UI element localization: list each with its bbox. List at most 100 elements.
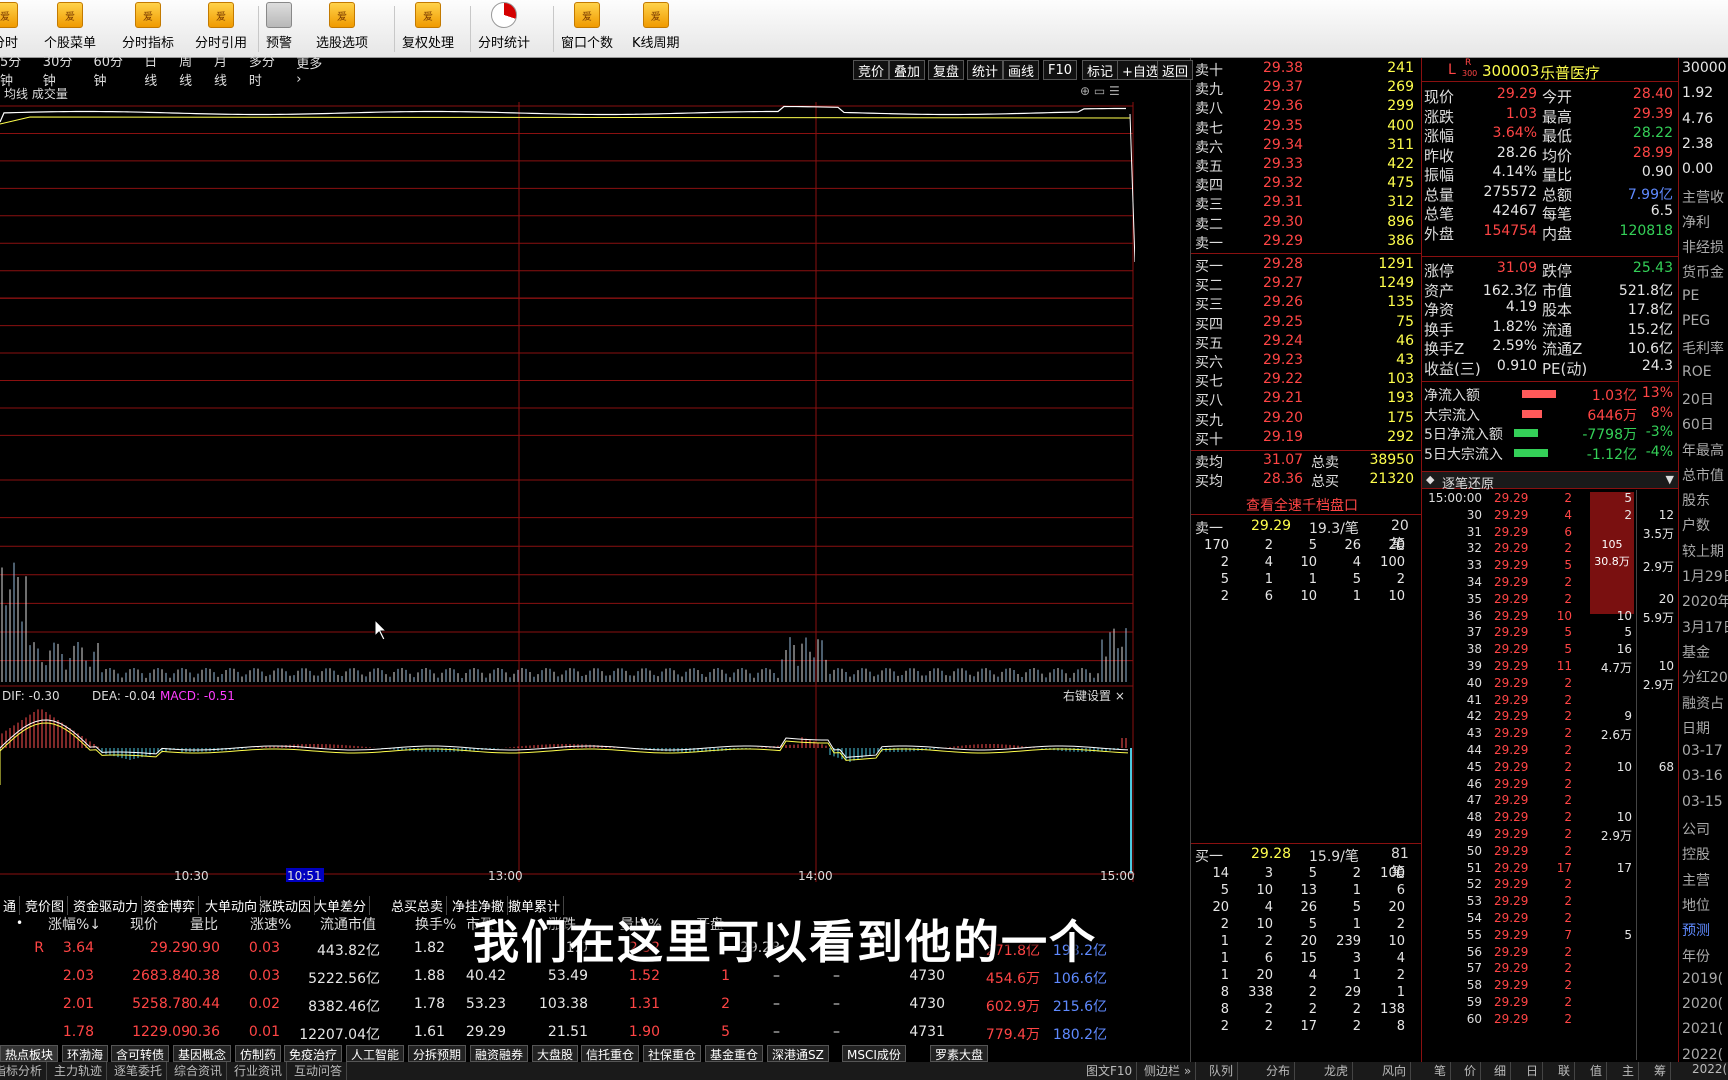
toolbar-btn-3[interactable]: 爱分时引用 bbox=[195, 2, 247, 56]
sector-tab-13[interactable]: 深港通SZ bbox=[767, 1045, 829, 1062]
bottom-right-tab-10[interactable]: 联 bbox=[1554, 1062, 1576, 1080]
list-row[interactable]: 1.78 1229.09 0.36 0.01 12207.04亿 1.61 29.29 21.… bbox=[0, 1024, 1190, 1046]
edge-item[interactable]: 非经损 bbox=[1682, 237, 1724, 257]
bottom-tab-3[interactable]: 综合资讯 bbox=[170, 1062, 228, 1080]
bottom-right-tab-9[interactable]: 日 bbox=[1522, 1062, 1544, 1080]
edge-item[interactable]: 融资占 bbox=[1682, 693, 1724, 713]
edge-item[interactable]: 2020( bbox=[1682, 996, 1723, 1012]
bid-row[interactable]: 买七 29.22 103 bbox=[1191, 371, 1420, 390]
edge-item[interactable]: 股东 bbox=[1682, 490, 1710, 510]
edge-item[interactable]: 总市值 bbox=[1682, 465, 1724, 485]
sector-tab-7[interactable]: 分拆预期 bbox=[408, 1045, 467, 1062]
ask-row[interactable]: 卖五 29.33 422 bbox=[1191, 156, 1420, 175]
list-tab-3[interactable]: 资金博弈 bbox=[140, 896, 200, 915]
edge-item[interactable]: ROE bbox=[1682, 364, 1712, 380]
sector-tab-15[interactable]: 罗素大盘 bbox=[930, 1045, 989, 1062]
bottom-right-tab-12[interactable]: 主 bbox=[1618, 1062, 1640, 1080]
bottom-right-tab-13[interactable]: 筹 bbox=[1650, 1062, 1672, 1080]
bid-row[interactable]: 买十 29.19 292 bbox=[1191, 429, 1420, 448]
toolbar-btn-7[interactable]: 分时统计 bbox=[478, 2, 530, 56]
edge-item[interactable]: 03-17 bbox=[1682, 743, 1723, 759]
toolbar-btn-1[interactable]: 爱个股菜单 bbox=[44, 2, 96, 56]
bid-row[interactable]: 买六 29.23 43 bbox=[1191, 352, 1420, 371]
toolbar-btn-8[interactable]: 爱窗口个数 bbox=[561, 2, 613, 56]
sector-tab-3[interactable]: 基因概念 bbox=[173, 1045, 232, 1062]
list-header-cell[interactable]: 涨幅%↓ bbox=[48, 914, 101, 934]
edge-item[interactable]: 1.92 bbox=[1682, 85, 1713, 101]
edge-item[interactable]: 20日 bbox=[1682, 389, 1714, 409]
list-header-cell[interactable]: 量比 bbox=[190, 914, 218, 934]
edge-item[interactable]: 较上期 bbox=[1682, 541, 1724, 561]
bottom-tab-2[interactable]: 逐笔委托 bbox=[110, 1062, 168, 1080]
ask-row[interactable]: 卖一 29.29 386 bbox=[1191, 233, 1420, 252]
edge-item[interactable]: 60日 bbox=[1682, 414, 1714, 434]
bid-row[interactable]: 买一 29.28 1291 bbox=[1191, 256, 1420, 275]
edge-item[interactable]: PE bbox=[1682, 288, 1699, 304]
bottom-tab-4[interactable]: 行业资讯 bbox=[230, 1062, 288, 1080]
toolbar-btn-9[interactable]: 爱 K线周期 bbox=[632, 2, 680, 56]
bottom-right-tab-4[interactable]: 龙虎 bbox=[1320, 1062, 1354, 1080]
chart-tool-1[interactable]: 叠加 bbox=[889, 60, 926, 80]
chart-tool-4[interactable]: 画线 bbox=[1003, 60, 1040, 80]
edge-item[interactable]: 年份 bbox=[1682, 946, 1710, 966]
toolbar-btn-5[interactable]: 爱选股选项 bbox=[316, 2, 368, 56]
bottom-right-tab-3[interactable]: 分布 bbox=[1262, 1062, 1296, 1080]
sector-tab-6[interactable]: 人工智能 bbox=[346, 1045, 405, 1062]
edge-item[interactable]: 控股 bbox=[1682, 844, 1710, 864]
edge-item[interactable]: 2019( bbox=[1682, 971, 1723, 987]
edge-item[interactable]: 预测 bbox=[1682, 920, 1710, 940]
bottom-right-tab-14[interactable]: 2022( bbox=[1688, 1062, 1728, 1080]
list-row[interactable]: 2.01 5258.78 0.44 0.02 8382.46亿 1.78 53.23 103.… bbox=[0, 996, 1190, 1018]
sector-tab-4[interactable]: 仿制药 bbox=[235, 1045, 282, 1062]
chart-tool-8[interactable]: 返回 bbox=[1157, 60, 1194, 80]
edge-item[interactable]: 基金 bbox=[1682, 642, 1710, 662]
edge-item[interactable]: 分红20 bbox=[1682, 667, 1728, 687]
edge-item[interactable]: 2021( bbox=[1682, 1021, 1723, 1037]
bid-row[interactable]: 买五 29.24 46 bbox=[1191, 333, 1420, 352]
edge-item[interactable]: 户数 bbox=[1682, 515, 1710, 535]
bottom-right-tab-6[interactable]: 笔 bbox=[1430, 1062, 1452, 1080]
bottom-right-tab-1[interactable]: 侧边栏 » bbox=[1140, 1062, 1197, 1080]
sector-tab-1[interactable]: 环渤海 bbox=[62, 1045, 109, 1062]
chart-tool-5[interactable]: F10 bbox=[1043, 60, 1078, 80]
list-tab-2[interactable]: 资金驱动力 bbox=[70, 896, 143, 915]
edge-item[interactable]: 公司 bbox=[1682, 819, 1710, 839]
edge-item[interactable]: 主营 bbox=[1682, 870, 1710, 890]
list-header-cell[interactable]: 换手% bbox=[415, 914, 456, 934]
edge-item[interactable]: 03-16 bbox=[1682, 768, 1723, 784]
edge-item[interactable]: 3月17日 bbox=[1682, 617, 1728, 637]
edge-item[interactable]: 净利 bbox=[1682, 212, 1710, 232]
sector-tab-5[interactable]: 免疫治疗 bbox=[284, 1045, 343, 1062]
list-tab-1[interactable]: 竞价图 bbox=[22, 896, 69, 915]
ask-row[interactable]: 卖九 29.37 269 bbox=[1191, 79, 1420, 98]
list-tab-6[interactable]: 大单差分 bbox=[311, 896, 371, 915]
list-header-cell[interactable]: 涨速% bbox=[250, 914, 291, 934]
edge-item[interactable]: 毛利率 bbox=[1682, 338, 1724, 358]
edge-item[interactable]: 4.76 bbox=[1682, 111, 1713, 127]
sector-tab-9[interactable]: 大盘股 bbox=[532, 1045, 579, 1062]
edge-item[interactable]: 2020年 bbox=[1682, 591, 1728, 611]
bottom-right-tab-0[interactable]: 图文F10 bbox=[1082, 1062, 1138, 1080]
bid-row[interactable]: 买八 29.21 193 bbox=[1191, 390, 1420, 409]
bottom-right-tab-5[interactable]: 风向 bbox=[1378, 1062, 1412, 1080]
ask-row[interactable]: 卖七 29.35 400 bbox=[1191, 118, 1420, 137]
ask-row[interactable]: 卖十 29.38 241 bbox=[1191, 60, 1420, 79]
list-tab-0[interactable]: 通 bbox=[0, 896, 21, 915]
toolbar-btn-4[interactable]: 预警 bbox=[266, 2, 292, 56]
edge-item[interactable]: 地位 bbox=[1682, 895, 1710, 915]
ask-row[interactable]: 卖三 29.31 312 bbox=[1191, 194, 1420, 213]
bid-row[interactable]: 买四 29.25 75 bbox=[1191, 314, 1420, 333]
list-tab-4[interactable]: 大单动向 bbox=[202, 896, 262, 915]
toolbar-btn-0[interactable]: 爱分时 bbox=[0, 2, 18, 56]
chart-tool-3[interactable]: 统计 bbox=[967, 60, 1004, 80]
ticks-title-bar[interactable]: ◆ 逐笔还原 ▼ bbox=[1422, 471, 1678, 492]
chart-tool-6[interactable]: 标记 bbox=[1082, 60, 1119, 80]
bottom-tab-1[interactable]: 主力轨迹 bbox=[50, 1062, 108, 1080]
intraday-chart[interactable]: 均线 成交量 ⊕ ▭ ☰ 19.60%16.80%14.00%11.20%8.4… bbox=[0, 82, 1135, 882]
list-tab-5[interactable]: 涨跌动因 bbox=[256, 896, 316, 915]
sector-tab-10[interactable]: 信托重仓 bbox=[581, 1045, 640, 1062]
ask-row[interactable]: 卖二 29.30 896 bbox=[1191, 214, 1420, 233]
sector-tab-11[interactable]: 社保重仓 bbox=[643, 1045, 702, 1062]
bottom-right-tab-8[interactable]: 细 bbox=[1490, 1062, 1512, 1080]
bid-row[interactable]: 买三 29.26 135 bbox=[1191, 294, 1420, 313]
